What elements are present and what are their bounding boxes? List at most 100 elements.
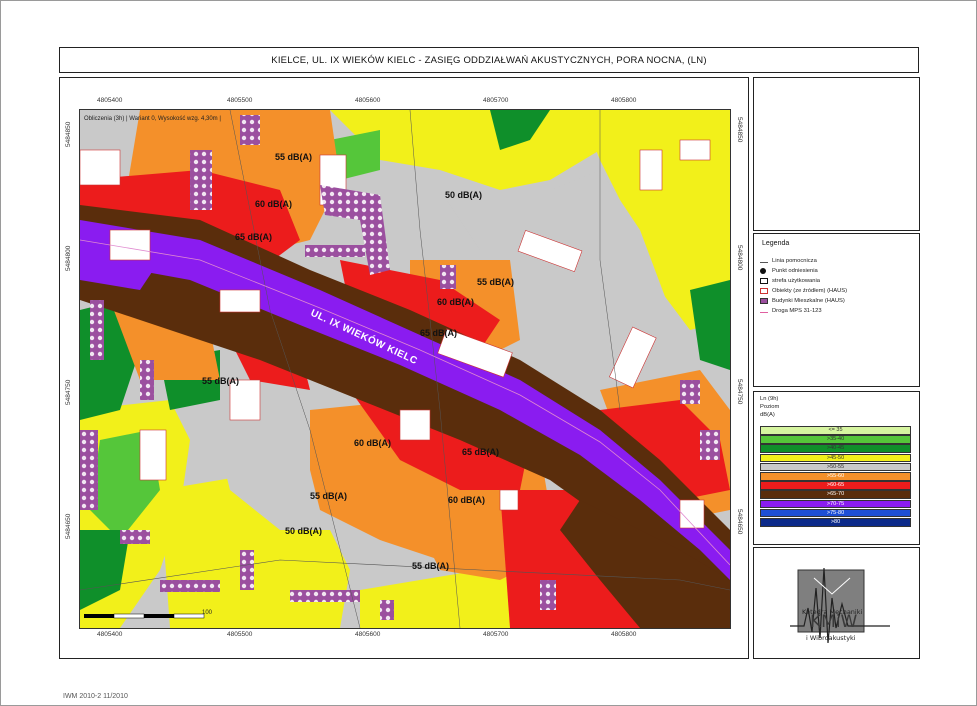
building xyxy=(219,289,261,313)
y-tick-left-3: 5484750 xyxy=(65,379,72,405)
arrow-line-icon xyxy=(760,259,768,263)
noise-map: Obliczenia (3h) | Wariant 0, Wysokość wz… xyxy=(79,109,731,629)
x-tick-top-4: 4805700 xyxy=(483,97,509,104)
x-tick-top-3: 4805600 xyxy=(355,97,381,104)
legend-item-helper-line: Linia pomocnicza xyxy=(760,258,817,264)
label-55-left: 55 dB(A) xyxy=(202,376,239,386)
building xyxy=(399,409,431,441)
legend-item-building-outline: Obiekty (ze źródłem) (HAUS) xyxy=(760,288,847,294)
y-tick-right-1: 5484850 xyxy=(736,117,743,143)
logo-abbr: KMiW xyxy=(810,612,858,632)
x-tick-bottom-1: 4805400 xyxy=(97,631,123,638)
building xyxy=(499,489,519,511)
legend-item-reference-point: Punkt odniesienia xyxy=(760,268,818,274)
scale-head-1: Ln (9h) xyxy=(760,396,779,402)
scale-class-row: >55-60 xyxy=(760,472,911,481)
residential-building xyxy=(700,430,720,460)
residential-building xyxy=(290,590,360,602)
scale-class-row: >35-40 xyxy=(760,435,911,444)
map-info-line: Obliczenia (3h) | Wariant 0, Wysokość wz… xyxy=(84,116,221,122)
scale-bar-segment xyxy=(113,613,145,619)
y-tick-left-2: 5484800 xyxy=(65,245,72,271)
scale-class-row: <= 35 xyxy=(760,426,911,435)
residential-building xyxy=(305,245,365,257)
x-tick-top-2: 4805500 xyxy=(227,97,253,104)
building xyxy=(679,139,711,161)
scale-class-row: >75-80 xyxy=(760,508,911,518)
residential-building xyxy=(160,580,220,592)
x-tick-top-1: 4805400 xyxy=(97,97,123,104)
label-55-mid: 55 dB(A) xyxy=(477,277,514,287)
residential-building xyxy=(90,300,104,360)
label-60-left: 60 dB(A) xyxy=(255,199,292,209)
y-tick-right-2: 5484800 xyxy=(736,245,743,271)
residential-building xyxy=(380,600,394,620)
scale-class-row: >60-65 xyxy=(760,481,911,490)
map-sheet: KIELCE, UL. IX WIEKÓW KIELC - ZASIĘG ODD… xyxy=(0,0,977,706)
y-tick-right-3: 5484750 xyxy=(736,379,743,405)
label-55-low: 55 dB(A) xyxy=(310,491,347,501)
scale-class-row: >45-50 xyxy=(760,453,911,463)
legend-panel: Legenda Linia pomocnicza Punkt odniesien… xyxy=(753,233,920,387)
building xyxy=(109,229,151,261)
label-55-bottom: 55 dB(A) xyxy=(412,561,449,571)
x-tick-bottom-3: 4805600 xyxy=(355,631,381,638)
x-tick-bottom-5: 4805800 xyxy=(611,631,637,638)
logo-panel: Katedra Mechaniki KMiW i Wibroakustyki xyxy=(753,547,920,659)
scale-class-row: >80 xyxy=(760,518,911,527)
residential-building xyxy=(120,530,150,544)
scale-head-3: dB(A) xyxy=(760,412,775,418)
map-title: KIELCE, UL. IX WIEKÓW KIELC - ZASIĘG ODD… xyxy=(59,47,919,73)
residential-building xyxy=(680,380,700,404)
scale-class-row: >70-75 xyxy=(760,499,911,509)
footer-text: IWM 2010-2 11/2010 xyxy=(63,693,128,700)
x-tick-top-5: 4805800 xyxy=(611,97,637,104)
scale-bar-segment xyxy=(84,614,114,618)
scale-bar-segment xyxy=(144,614,174,618)
road-line-icon xyxy=(760,309,768,313)
building xyxy=(639,149,663,191)
scale-class-row: >50-55 xyxy=(760,462,911,472)
label-65-mid: 65 dB(A) xyxy=(420,328,457,338)
label-50-low: 50 dB(A) xyxy=(285,526,322,536)
reference-point-icon xyxy=(760,268,766,274)
scale-head-2: Poziom xyxy=(760,404,780,410)
y-tick-left-1: 5484850 xyxy=(65,121,72,147)
label-60-low2: 60 dB(A) xyxy=(448,495,485,505)
building-outline-icon xyxy=(760,288,768,294)
scale-bar-label: 100 xyxy=(202,610,213,616)
residential-building xyxy=(540,580,556,610)
building xyxy=(80,149,121,186)
legend-item-road: Droga MPS 31-123 xyxy=(760,308,822,314)
scale-class-row: >40-45 xyxy=(760,444,911,453)
residential-building xyxy=(440,265,456,289)
scale-panel: Ln (9h) Poziom dB(A) <= 35 >35-40 >40-45 >4… xyxy=(753,391,920,545)
label-60-low: 60 dB(A) xyxy=(354,438,391,448)
x-tick-bottom-2: 4805500 xyxy=(227,631,253,638)
residential-building xyxy=(190,150,212,210)
residential-building xyxy=(240,550,254,590)
label-50-top: 50 dB(A) xyxy=(445,190,482,200)
scale-class-row: >65-70 xyxy=(760,490,911,499)
label-55-top: 55 dB(A) xyxy=(275,152,312,162)
residential-building xyxy=(240,115,260,145)
label-60-mid: 60 dB(A) xyxy=(437,297,474,307)
legend-title: Legenda xyxy=(762,240,790,247)
legend-item-zone: strefa użytkowania xyxy=(760,278,820,284)
x-tick-bottom-4: 4805700 xyxy=(483,631,509,638)
zone-icon xyxy=(760,278,768,284)
scale-bar-segment xyxy=(173,613,205,619)
building xyxy=(139,429,167,481)
y-tick-right-4: 5484650 xyxy=(736,509,743,535)
building xyxy=(229,379,261,421)
residential-building-icon xyxy=(760,298,768,304)
y-tick-left-4: 5484650 xyxy=(65,513,72,539)
noise-map-svg: Obliczenia (3h) | Wariant 0, Wysokość wz… xyxy=(80,110,730,628)
label-65-low: 65 dB(A) xyxy=(462,447,499,457)
legend-item-residential: Budynki Mieszkalne (HAUS) xyxy=(760,298,845,304)
residential-building xyxy=(80,430,98,510)
logo-line-2: i Wibroakustyki xyxy=(806,634,856,642)
label-65-left: 65 dB(A) xyxy=(235,232,272,242)
blank-panel xyxy=(753,77,920,231)
residential-building xyxy=(140,360,154,400)
